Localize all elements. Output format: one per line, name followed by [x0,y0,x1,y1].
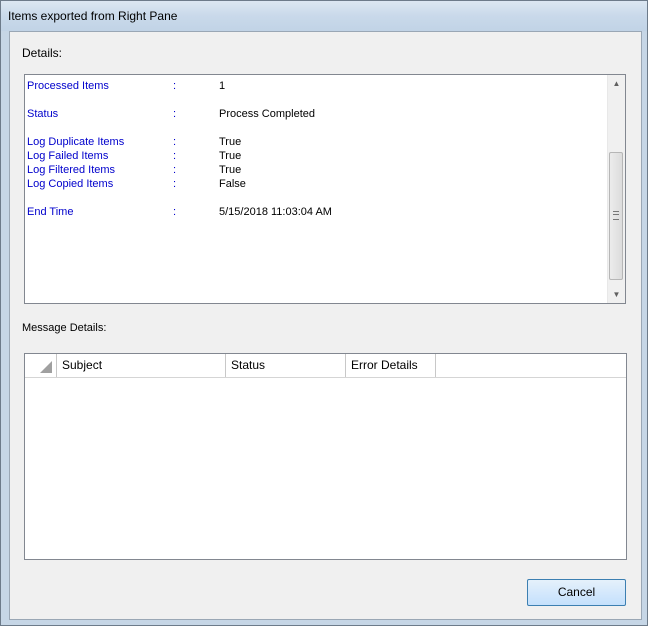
detail-value: True [219,136,242,148]
corner-triangle-icon [40,361,52,373]
scrollbar-thumb[interactable] [609,152,623,280]
detail-separator: : [173,178,177,190]
detail-key: Log Copied Items [27,178,114,190]
dialog-window: Items exported from Right Pane Details: … [0,0,648,626]
details-panel: Processed Items : 1 Status : Process Com… [24,74,626,304]
detail-value: 5/15/2018 11:03:04 AM [219,206,332,218]
message-details-grid: Subject Status Error Details [24,353,627,560]
details-vertical-scrollbar[interactable]: ▲ ▼ [607,75,625,303]
detail-separator: : [173,206,177,218]
detail-separator: : [173,80,177,92]
detail-separator: : [173,136,177,148]
column-header-status[interactable]: Status [226,354,346,377]
detail-key: Log Failed Items [27,150,109,162]
dialog-body: Details: Processed Items : 1 Status : Pr… [9,31,642,620]
detail-key: End Time [27,206,74,218]
detail-value: True [219,164,242,176]
column-header-error-details[interactable]: Error Details [346,354,436,377]
detail-separator: : [173,108,177,120]
detail-separator: : [173,164,177,176]
grid-header: Subject Status Error Details [25,354,626,378]
grip-icon [613,211,619,220]
detail-value: True [219,150,242,162]
detail-key: Processed Items [27,80,109,92]
detail-key: Log Filtered Items [27,164,116,176]
detail-value: False [219,178,246,190]
detail-value: 1 [219,80,226,92]
detail-value: Process Completed [219,108,315,120]
select-all-corner[interactable] [25,354,57,377]
column-header-subject[interactable]: Subject [57,354,226,377]
detail-key: Log Duplicate Items [27,136,125,148]
scroll-down-icon[interactable]: ▼ [608,286,625,303]
detail-separator: : [173,150,177,162]
detail-key: Status [27,108,59,120]
cancel-button[interactable]: Cancel [527,579,626,606]
details-label: Details: [22,46,63,60]
scroll-up-icon[interactable]: ▲ [608,75,625,92]
window-title: Items exported from Right Pane [8,9,178,23]
title-bar[interactable]: Items exported from Right Pane [1,1,647,31]
message-details-label: Message Details: [22,322,107,334]
